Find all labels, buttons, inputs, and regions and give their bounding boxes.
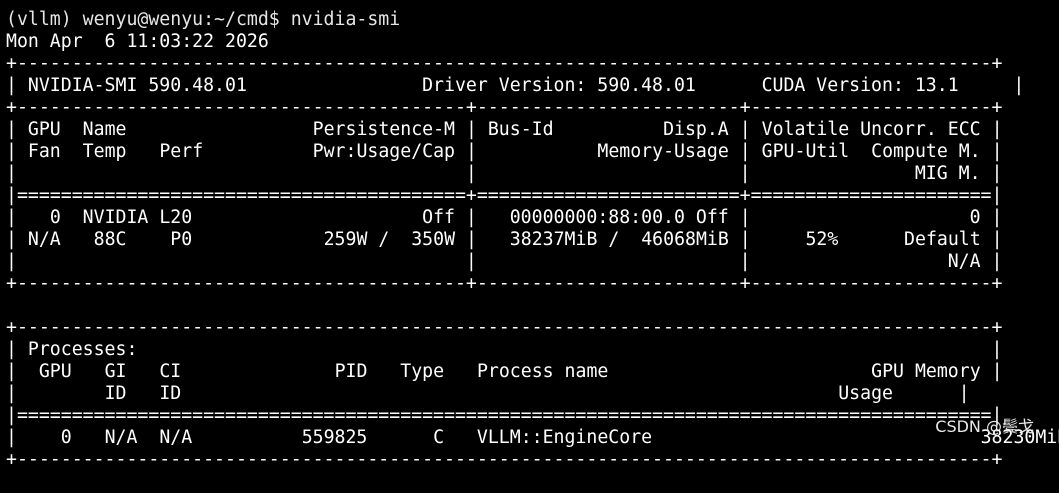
proc-col-gi-id: ID xyxy=(104,383,127,404)
table-border: +---------------------------------------… xyxy=(6,97,1003,118)
col-perf: Perf xyxy=(159,141,204,162)
col-gpu: GPU xyxy=(27,119,61,140)
proc-col-type: Type xyxy=(400,361,445,382)
process-row: | 0 N/A N/A 559825 C VLLM::EngineCore 38… xyxy=(6,427,1059,449)
col-bus-id: Bus-Id xyxy=(487,119,554,140)
col-compute-mode: Compute M. xyxy=(871,141,981,162)
col-power: Pwr:Usage/Cap xyxy=(312,141,456,162)
gpu-bus-id: 00000000:88:00.0 xyxy=(509,207,685,228)
gpu-header-row-2: | Fan Temp Perf Pwr:Usage/Cap | Memory-U… xyxy=(6,141,1003,162)
gpu-row-2: | N/A 88C P0 259W / 350W | 38237MiB / 46… xyxy=(6,229,1003,250)
col-fan: Fan xyxy=(27,141,61,162)
col-gpu-util: GPU-Util xyxy=(761,141,850,162)
table-border: +---------------------------------------… xyxy=(6,273,1003,294)
gpu-persistence: Off xyxy=(422,207,455,228)
proc-col-pid: PID xyxy=(334,361,368,382)
table-separator: |=======================================… xyxy=(6,405,1003,426)
proc-col-ci-id: ID xyxy=(159,383,182,404)
proc-col-gi: GI xyxy=(104,361,127,382)
processes-header-row-2: | ID ID Usage | xyxy=(6,383,970,404)
col-name: Name xyxy=(82,119,127,140)
table-border: +---------------------------------------… xyxy=(6,317,1003,338)
table-border: +---------------------------------------… xyxy=(6,53,1003,74)
col-persistence: Persistence-M xyxy=(312,119,455,140)
gpu-util-value: 52% xyxy=(805,229,839,250)
gpu-row-1: | 0 NVIDIA L20 Off | 00000000:88:00.0 Of… xyxy=(6,207,1003,228)
gpu-memory-used: 38237MiB xyxy=(509,229,598,250)
proc-col-gpu-memory: GPU Memory xyxy=(871,361,981,382)
gpu-perf: P0 xyxy=(170,229,193,250)
terminal-output[interactable]: (vllm) wenyu@wenyu:~/cmd$ nvidia-smi Mon … xyxy=(6,0,1059,470)
csdn-watermark: CSDN @鬓戈 xyxy=(935,417,1034,436)
gpu-compute-mode: Default xyxy=(904,229,981,250)
proc-col-usage: Usage xyxy=(838,383,893,404)
col-mig-mode: MIG M. xyxy=(914,163,981,184)
gpu-index: 0 xyxy=(49,207,61,228)
command-prompt-line: (vllm) wenyu@wenyu:~/cmd$ nvidia-smi xyxy=(6,9,401,30)
gpu-temp: 88C xyxy=(93,229,127,250)
gpu-fan: N/A xyxy=(27,229,61,250)
smi-version: NVIDIA-SMI 590.48.01 xyxy=(27,75,247,96)
cuda-version: CUDA Version: 13.1 xyxy=(761,75,959,96)
nvidia-smi-header-row: | NVIDIA-SMI 590.48.01 Driver Version: 5… xyxy=(6,75,1025,96)
gpu-disp: Off xyxy=(695,207,729,228)
gpu-power-cap: 350W xyxy=(411,229,456,250)
gpu-header-row-1: | GPU Name Persistence-M | Bus-Id Disp.A… xyxy=(6,119,1003,140)
gpu-row-3: | | | N/A | xyxy=(6,251,1003,272)
proc-col-process-name: Process name xyxy=(476,361,609,382)
col-temp: Temp xyxy=(82,141,127,162)
gpu-memory-total: 46068MiB xyxy=(641,229,729,250)
gpu-mig-mode: N/A xyxy=(947,251,981,272)
gpu-power-usage: 259W xyxy=(323,229,368,250)
table-border: +---------------------------------------… xyxy=(6,449,1003,470)
gpu-header-row-3: | | | MIG M. | xyxy=(6,163,1003,184)
proc-col-ci: CI xyxy=(159,361,182,382)
processes-title: Processes: xyxy=(27,339,138,360)
gpu-ecc: 0 xyxy=(969,207,981,228)
timestamp-line: Mon Apr 6 11:03:22 2026 xyxy=(6,31,269,52)
driver-version: Driver Version: 590.48.01 xyxy=(422,75,696,96)
col-memory-usage: Memory-Usage xyxy=(597,141,729,162)
table-separator: |=======================================… xyxy=(6,185,1003,206)
processes-title-row: | Processes: | xyxy=(6,339,1003,360)
gpu-name: NVIDIA L20 xyxy=(82,207,193,228)
col-volatile-ecc: Volatile Uncorr. ECC xyxy=(761,119,981,140)
proc-col-gpu: GPU xyxy=(38,361,72,382)
processes-header-row-1: | GPU GI CI PID Type Process name GPU Me… xyxy=(6,361,1003,382)
col-disp: Disp.A xyxy=(663,119,729,140)
